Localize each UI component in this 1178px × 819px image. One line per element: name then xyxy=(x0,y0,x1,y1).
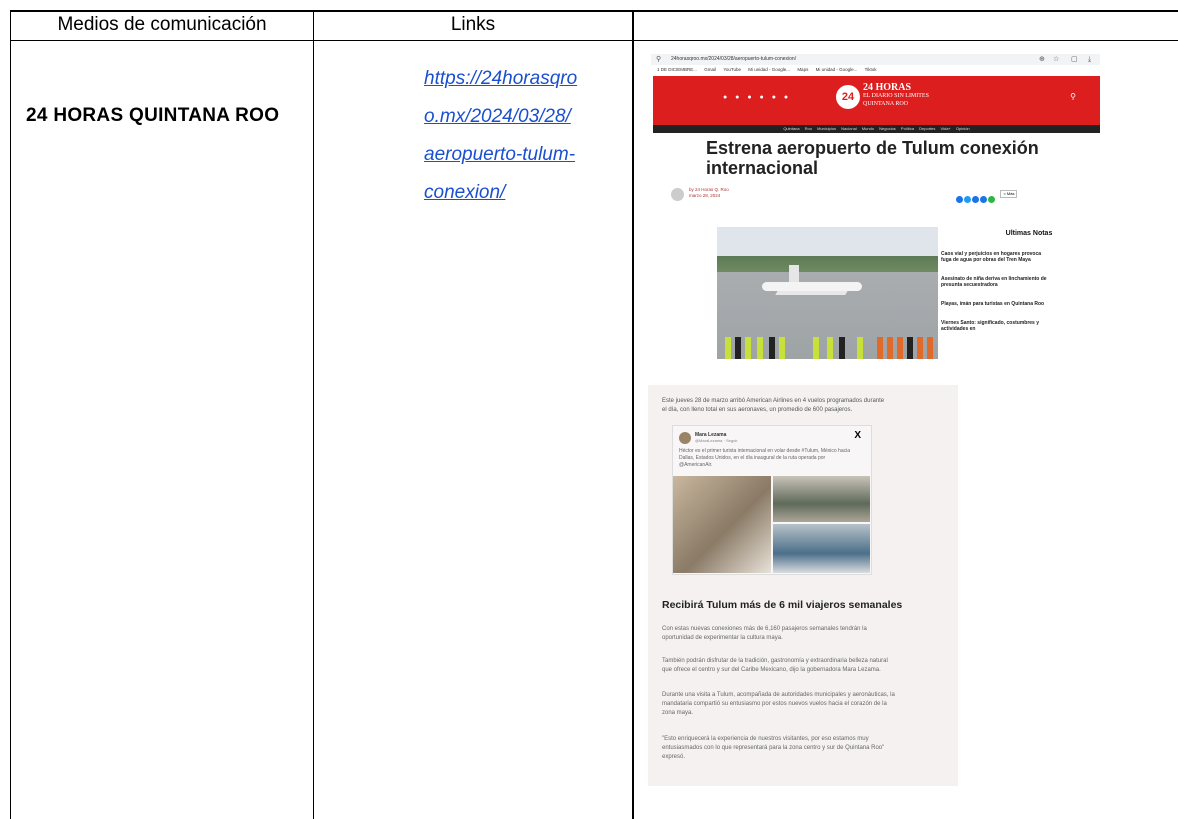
bookmark-item: Maps xyxy=(797,67,809,72)
zoom-icon: ⊕ xyxy=(1039,56,1045,63)
paragraph-line: zona maya. xyxy=(662,710,694,716)
bookmarks-bar: 1 DE DICIEMBRE... Gmail YouTube Mi unida… xyxy=(651,65,1100,74)
paragraph-line: También podrán disfrutar de la tradición… xyxy=(662,658,888,664)
person xyxy=(779,337,785,359)
person xyxy=(813,337,819,359)
sidebar-item: Asesinato de niña deriva en linchamiento… xyxy=(941,276,1047,288)
tweet-photo-traveler xyxy=(673,476,771,573)
web-article-screenshot: ⚲ 24horasqroo.mx/2024/03/28/aeropuerto-t… xyxy=(651,54,1100,372)
outlet-name: 24 HORAS QUINTANA ROO xyxy=(26,105,280,126)
site-nav: Quintana Roo Municipios Nacional Mundo N… xyxy=(653,125,1100,133)
bookmark-item: Gmail xyxy=(704,67,717,72)
bookmark-item: Mi unidad - Google... xyxy=(748,67,791,72)
person xyxy=(827,337,833,359)
person xyxy=(877,337,883,359)
header-links: Links xyxy=(450,14,496,35)
download-icon: ⤓ xyxy=(1088,56,1092,63)
column-divider-2 xyxy=(632,10,634,819)
paragraph-line: que ofrece el centro y sur del Caribe Me… xyxy=(662,667,881,673)
person xyxy=(857,337,863,359)
tweet-photo-plane xyxy=(773,524,870,573)
sidebar-title: Ultimas Notas xyxy=(1005,230,1053,237)
author-avatar xyxy=(671,188,684,201)
paragraph: "Esto enriquecerá la experiencia de nues… xyxy=(662,735,952,762)
site-logo: 24 xyxy=(836,85,860,109)
tweet-photo-terminal xyxy=(773,476,870,522)
embedded-tweet: Mara Lezama @MaraLezama · Seguir X Hécto… xyxy=(672,425,872,575)
person xyxy=(927,337,933,359)
intro-line: Este jueves 28 de marzo arribó American … xyxy=(662,398,885,404)
person xyxy=(887,337,893,359)
person xyxy=(769,337,775,359)
sidebar-list: Caos vial y perjuicios en hogares provoc… xyxy=(941,251,1051,345)
search-icon: ⚲ xyxy=(1070,92,1076,101)
printed-title: Recibirá Tulum más de 6 mil viajeros sem… xyxy=(662,599,903,611)
bookmark-item: YouTube xyxy=(723,67,741,72)
paragraph: También podrán disfrutar de la tradición… xyxy=(662,657,952,675)
paragraph-line: mandataria compartió su entusiasmo por e… xyxy=(662,701,887,707)
link-line-4[interactable]: conexion/ xyxy=(424,174,624,212)
paragraph: Con estas nuevas conexiones más de 6,160… xyxy=(662,625,952,643)
person xyxy=(897,337,903,359)
plane-body xyxy=(762,282,862,291)
table-left-border xyxy=(10,10,11,819)
paragraph-line: "Esto enriquecerá la experiencia de nues… xyxy=(662,736,869,742)
tweet-handle: @MaraLezama · Seguir xyxy=(695,438,738,443)
person xyxy=(757,337,763,359)
bookmark-item: Mi unidad - Google... xyxy=(815,67,858,72)
header-evidence xyxy=(634,10,1178,40)
bookmark-item: 1 DE DICIEMBRE... xyxy=(657,67,698,72)
person xyxy=(839,337,845,359)
person xyxy=(907,337,913,359)
site-logo-text: 24 HORAS EL DIARIO SIN LIMITES QUINTANA … xyxy=(863,82,929,108)
article-headline: Estrena aeropuerto de Tulum conexión int… xyxy=(706,138,1039,178)
site-tagline-1: EL DIARIO SIN LIMITES xyxy=(863,93,929,99)
tweet-text: Héctor es el primer turista internaciona… xyxy=(679,448,851,468)
whatsapp-icon xyxy=(988,196,995,203)
link-line-2[interactable]: o.mx/2024/03/28/ xyxy=(424,98,624,136)
paragraph-line: Con estas nuevas conexiones más de 6,160… xyxy=(662,626,867,632)
twitter-icon xyxy=(964,196,971,203)
site-header: ● ● ● ● ● ● 24 24 HORAS EL DIARIO SIN LI… xyxy=(653,76,1100,133)
x-logo-icon: X xyxy=(854,430,861,441)
extension-icon: ▢ xyxy=(1071,56,1078,63)
site-name: 24 HORAS xyxy=(863,82,912,93)
paragraph-line: entusiasmados con lo que representará pa… xyxy=(662,745,885,751)
social-icons: ● ● ● ● ● ● xyxy=(723,94,792,101)
linkedin-icon xyxy=(972,196,979,203)
avatar xyxy=(679,432,691,444)
site-tagline-2: QUINTANA ROO xyxy=(863,101,909,107)
paragraph: Durante una visita a Tulum, acompañada d… xyxy=(662,691,952,718)
printed-article-photo: Este jueves 28 de marzo arribó American … xyxy=(648,385,958,786)
column-divider-1 xyxy=(313,10,314,819)
person xyxy=(725,337,731,359)
person xyxy=(735,337,741,359)
byline-date: marzo 28, 2024 xyxy=(689,193,721,198)
paragraph-line: expresó. xyxy=(662,754,686,760)
facebook-icon xyxy=(956,196,963,203)
article-link[interactable]: https://24horasqro o.mx/2024/03/28/ aero… xyxy=(424,60,624,212)
bookmark-item: Tiktok xyxy=(864,67,877,72)
star-icon: ☆ xyxy=(1053,56,1060,63)
paragraph-line: Durante una visita a Tulum, acompañada d… xyxy=(662,692,895,698)
person xyxy=(745,337,751,359)
link-line-3[interactable]: aeropuerto-tulum- xyxy=(424,136,624,174)
share-buttons: < Más xyxy=(956,190,1018,208)
sidebar-item: Viernes Santo: significado, costumbres y… xyxy=(941,320,1039,332)
site-info-icon: ⚲ xyxy=(656,56,662,63)
url-text: 24horasqroo.mx/2024/03/28/aeropuerto-tul… xyxy=(671,56,797,62)
sidebar-item: Playas, imán para turistas en Quintana R… xyxy=(941,301,1045,307)
person xyxy=(917,337,923,359)
sidebar-item: Caos vial y perjuicios en hogares provoc… xyxy=(941,251,1042,263)
intro-line: el día, con lleno total en sus aeronaves… xyxy=(662,407,853,413)
browser-address-bar: ⚲ 24horasqroo.mx/2024/03/28/aeropuerto-t… xyxy=(651,54,1100,65)
header-medios: Medios de comunicación xyxy=(57,14,267,35)
airport-photo xyxy=(717,227,938,359)
paragraph-line: oportunidad de experimentar la cultura m… xyxy=(662,635,783,641)
share-more: < Más xyxy=(1000,190,1018,198)
link-line-1[interactable]: https://24horasqro xyxy=(424,60,624,98)
header-bottom-border xyxy=(10,40,1178,41)
byline: by 24 Horas Q. Roo marzo 28, 2024 xyxy=(689,187,729,199)
telegram-icon xyxy=(980,196,987,203)
